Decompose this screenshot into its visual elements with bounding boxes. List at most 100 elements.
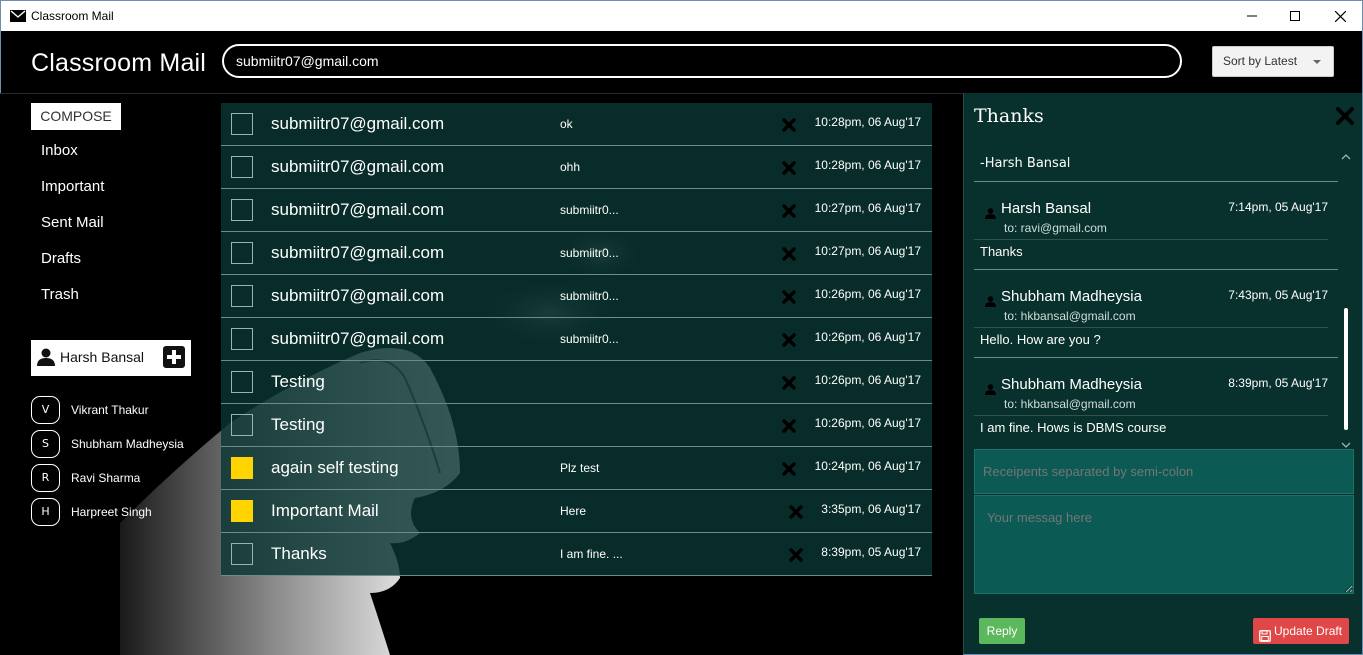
divider bbox=[974, 239, 1328, 240]
save-icon bbox=[1259, 625, 1271, 651]
mail-row[interactable]: submiitr07@gmail.com ohh 10:28pm, 06 Aug'1… bbox=[221, 146, 932, 189]
message-recipient: to: hkbansal@gmail.com bbox=[1004, 309, 1136, 323]
maximize-icon[interactable] bbox=[1272, 1, 1318, 31]
mail-row[interactable]: Testing 10:26pm, 06 Aug'17 bbox=[221, 404, 932, 447]
mail-checkbox[interactable] bbox=[231, 543, 253, 565]
message-time: 8:39pm, 05 Aug'17 bbox=[1228, 376, 1328, 390]
message-recipient: to: ravi@gmail.com bbox=[1004, 221, 1107, 235]
delete-icon[interactable] bbox=[781, 461, 797, 477]
mail-row[interactable]: Thanks I am fine. ... 8:39pm, 05 Aug'17 bbox=[221, 533, 932, 576]
add-contact-button[interactable] bbox=[163, 346, 185, 368]
mail-checkbox[interactable] bbox=[231, 113, 253, 135]
message-time: 7:43pm, 05 Aug'17 bbox=[1228, 288, 1328, 302]
mail-checkbox[interactable] bbox=[231, 156, 253, 178]
thread-signature: -Harsh Bansal bbox=[980, 156, 1071, 171]
mail-checkbox[interactable] bbox=[231, 328, 253, 350]
mail-snippet: ohh bbox=[560, 160, 581, 174]
mail-row[interactable]: submiitr07@gmail.com submiitr0... 10:27pm,… bbox=[221, 232, 932, 275]
delete-icon[interactable] bbox=[781, 418, 797, 434]
delete-icon[interactable] bbox=[781, 375, 797, 391]
mail-snippet: submiitr0... bbox=[560, 246, 619, 260]
message-input[interactable] bbox=[974, 495, 1354, 594]
update-draft-label: Update Draft bbox=[1274, 624, 1343, 638]
mail-time: 10:26pm, 06 Aug'17 bbox=[814, 373, 921, 387]
chevron-down-icon[interactable] bbox=[1340, 435, 1352, 448]
scrollbar-thumb[interactable] bbox=[1344, 308, 1348, 430]
delete-icon[interactable] bbox=[781, 332, 797, 348]
update-draft-button[interactable]: Update Draft bbox=[1253, 618, 1349, 644]
contact-name: Harpreet Singh bbox=[71, 505, 152, 519]
mail-time: 10:26pm, 06 Aug'17 bbox=[814, 416, 921, 430]
chevron-up-icon[interactable] bbox=[1340, 147, 1352, 160]
current-user-name: Harsh Bansal bbox=[60, 349, 145, 365]
nav-sent-mail[interactable]: Sent Mail bbox=[41, 214, 104, 231]
mail-checkbox[interactable] bbox=[231, 371, 253, 393]
avatar: R bbox=[31, 464, 60, 492]
mail-time: 10:28pm, 06 Aug'17 bbox=[814, 158, 921, 172]
recipients-input[interactable] bbox=[974, 449, 1354, 494]
avatar: S bbox=[31, 430, 60, 458]
window-titlebar: Classroom Mail bbox=[0, 0, 1363, 31]
delete-icon[interactable] bbox=[781, 246, 797, 262]
reading-subject: Thanks bbox=[974, 105, 1044, 127]
contact-name: Vikrant Thakur bbox=[71, 403, 149, 417]
mail-checkbox[interactable] bbox=[231, 199, 253, 221]
mail-checkbox[interactable] bbox=[231, 500, 253, 522]
delete-icon[interactable] bbox=[781, 117, 797, 133]
compose-button[interactable]: COMPOSE bbox=[31, 103, 121, 130]
mail-snippet: submiitr0... bbox=[560, 332, 619, 346]
mail-row[interactable]: submiitr07@gmail.com submiitr0... 10:27pm,… bbox=[221, 189, 932, 232]
mail-time: 10:26pm, 06 Aug'17 bbox=[814, 330, 921, 344]
reply-button[interactable]: Reply bbox=[979, 618, 1025, 644]
contact-name: Ravi Sharma bbox=[71, 471, 141, 485]
nav-trash[interactable]: Trash bbox=[41, 286, 79, 303]
chevron-down-icon bbox=[1313, 60, 1321, 64]
mail-snippet: submiitr0... bbox=[560, 203, 619, 217]
mail-time: 10:27pm, 06 Aug'17 bbox=[814, 201, 921, 215]
sort-label: Sort by Latest bbox=[1223, 54, 1298, 68]
close-icon[interactable] bbox=[1336, 107, 1354, 125]
mail-row[interactable]: submiitr07@gmail.com submiitr0... 10:26pm,… bbox=[221, 318, 932, 361]
mail-sender: Testing bbox=[271, 415, 325, 434]
delete-icon[interactable] bbox=[781, 203, 797, 219]
mail-row[interactable]: Important Mail Here 3:35pm, 06 Aug'17 bbox=[221, 490, 932, 533]
current-user-card: Harsh Bansal bbox=[31, 340, 191, 376]
divider bbox=[974, 269, 1338, 270]
mail-sender: submiitr07@gmail.com bbox=[271, 329, 445, 348]
nav-inbox[interactable]: Inbox bbox=[41, 142, 78, 159]
user-icon bbox=[985, 292, 996, 311]
user-icon bbox=[985, 380, 996, 399]
mail-checkbox[interactable] bbox=[231, 285, 253, 307]
mail-row[interactable]: again self testing Plz test 10:24pm, 06 Au… bbox=[221, 447, 932, 490]
mail-list: submiitr07@gmail.com ok 10:28pm, 06 Aug'17… bbox=[221, 103, 932, 576]
mail-row[interactable]: submiitr07@gmail.com submiitr0... 10:26pm,… bbox=[221, 275, 932, 318]
close-icon[interactable] bbox=[1317, 1, 1363, 31]
minimize-icon[interactable] bbox=[1229, 1, 1275, 31]
delete-icon[interactable] bbox=[788, 504, 804, 520]
mail-snippet: I am fine. ... bbox=[560, 547, 623, 561]
delete-icon[interactable] bbox=[781, 160, 797, 176]
mail-row[interactable]: Testing 10:26pm, 06 Aug'17 bbox=[221, 361, 932, 404]
mail-checkbox[interactable] bbox=[231, 242, 253, 264]
delete-icon[interactable] bbox=[781, 289, 797, 305]
mail-sender: submiitr07@gmail.com bbox=[271, 114, 445, 133]
mail-sender: Important Mail bbox=[271, 501, 379, 520]
mail-checkbox[interactable] bbox=[231, 414, 253, 436]
mail-row[interactable]: submiitr07@gmail.com ok 10:28pm, 06 Aug'17 bbox=[221, 103, 932, 146]
reading-pane: Thanks -Harsh Bansal Harsh Bansal 7:14pm… bbox=[963, 93, 1363, 655]
mail-sender: Thanks bbox=[271, 544, 327, 563]
sort-dropdown[interactable]: Sort by Latest bbox=[1212, 46, 1334, 77]
search-input[interactable] bbox=[222, 44, 1182, 78]
nav-important[interactable]: Important bbox=[41, 178, 104, 195]
message-sender: Shubham Madheysia bbox=[1001, 288, 1142, 305]
delete-icon[interactable] bbox=[788, 547, 804, 563]
mail-snippet: ok bbox=[560, 117, 573, 131]
user-icon bbox=[37, 348, 55, 370]
mail-sender: submiitr07@gmail.com bbox=[271, 200, 445, 219]
avatar: V bbox=[31, 396, 60, 424]
mail-checkbox[interactable] bbox=[231, 457, 253, 479]
mail-time: 8:39pm, 05 Aug'17 bbox=[821, 545, 921, 559]
nav-drafts[interactable]: Drafts bbox=[41, 250, 81, 267]
brand-title: Classroom Mail bbox=[31, 49, 207, 77]
message-sender: Shubham Madheysia bbox=[1001, 376, 1142, 393]
